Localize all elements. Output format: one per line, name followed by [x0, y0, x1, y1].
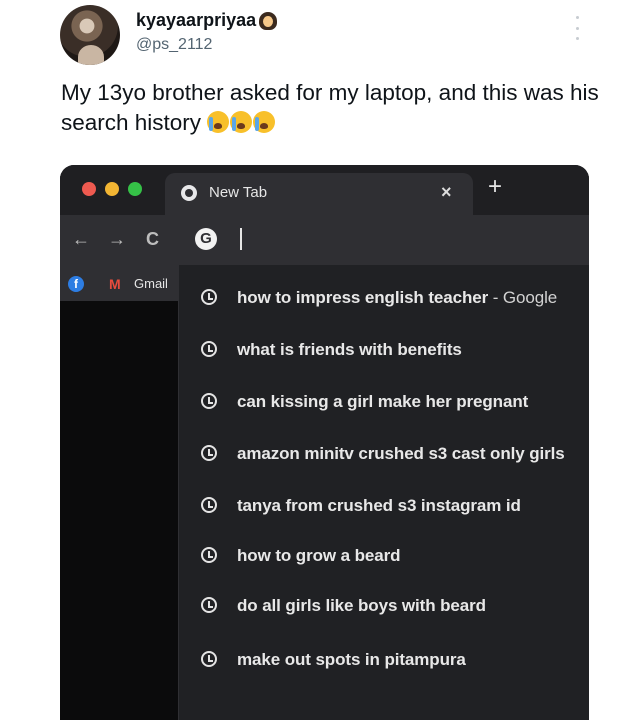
suggestion-suffix: - Google	[488, 288, 558, 307]
list-item: amazon minitv crushed s3 cast only girls	[179, 435, 589, 471]
history-icon	[201, 651, 217, 667]
list-item: how to impress english teacher - Google	[179, 279, 589, 315]
history-icon	[201, 547, 217, 563]
tweet-text-block: My 13yo brother asked for my laptop, and…	[61, 78, 601, 138]
history-icon	[201, 289, 217, 305]
woman-emoji-icon	[259, 11, 278, 30]
browser-toolbar: ← → C G	[60, 215, 589, 265]
list-item: tanya from crushed s3 instagram id	[179, 487, 589, 523]
user-handle[interactable]: @ps_2112	[136, 36, 212, 54]
back-arrow-icon: ←	[72, 229, 90, 249]
suggestion-text: do all girls like boys with beard	[237, 596, 486, 615]
display-name[interactable]: kyayaarpriyaa	[136, 10, 256, 31]
search-history-dropdown: how to impress english teacher - Google …	[178, 265, 589, 720]
avatar[interactable]	[60, 5, 120, 65]
google-icon: G	[195, 228, 217, 250]
forward-arrow-icon: →	[108, 229, 126, 249]
gmail-label: Gmail	[134, 276, 168, 291]
list-item: how to grow a beard	[179, 537, 589, 573]
history-icon	[201, 597, 217, 613]
bookmarks-bar: f M Gmail	[60, 265, 178, 301]
more-options-icon[interactable]	[572, 16, 582, 40]
suggestion-text: make out spots in pitampura	[237, 650, 466, 669]
crying-face-icon	[253, 111, 276, 133]
maximize-window-icon	[128, 182, 142, 196]
history-icon	[201, 445, 217, 461]
chrome-icon	[181, 185, 197, 201]
tweet-text: My 13yo brother asked for my laptop, and…	[61, 80, 599, 135]
suggestion-text: can kissing a girl make her pregnant	[237, 392, 529, 411]
history-icon	[201, 497, 217, 513]
tab-title: New Tab	[209, 184, 268, 201]
reload-icon: C	[146, 229, 159, 249]
tab-close-icon: ×	[441, 182, 452, 202]
crying-face-icon	[230, 111, 253, 133]
close-window-icon	[82, 182, 96, 196]
browser-screenshot: New Tab × + ← → C G f M Gmail how to imp…	[60, 165, 589, 720]
history-icon	[201, 341, 217, 357]
display-name-row[interactable]: kyayaarpriyaa	[136, 10, 278, 31]
tab-bar: New Tab × +	[60, 165, 589, 215]
list-item: do all girls like boys with beard	[179, 587, 589, 623]
suggestion-text: amazon minitv crushed s3 cast only girls	[237, 444, 565, 463]
list-item: what is friends with benefits	[179, 331, 589, 367]
crying-face-icon	[207, 111, 230, 133]
gmail-icon: M	[109, 276, 121, 292]
minimize-window-icon	[105, 182, 119, 196]
new-tab-icon: +	[488, 173, 503, 200]
text-cursor	[240, 228, 242, 250]
history-icon	[201, 393, 217, 409]
tab-new-tab: New Tab ×	[165, 173, 473, 215]
list-item: can kissing a girl make her pregnant	[179, 383, 589, 419]
facebook-icon: f	[68, 276, 84, 292]
suggestion-text: what is friends with benefits	[237, 340, 462, 359]
suggestion-text: how to grow a beard	[237, 546, 401, 565]
suggestion-text: tanya from crushed s3 instagram id	[237, 496, 521, 515]
list-item: make out spots in pitampura	[179, 641, 589, 677]
suggestion-text: how to impress english teacher - Google	[237, 288, 558, 307]
